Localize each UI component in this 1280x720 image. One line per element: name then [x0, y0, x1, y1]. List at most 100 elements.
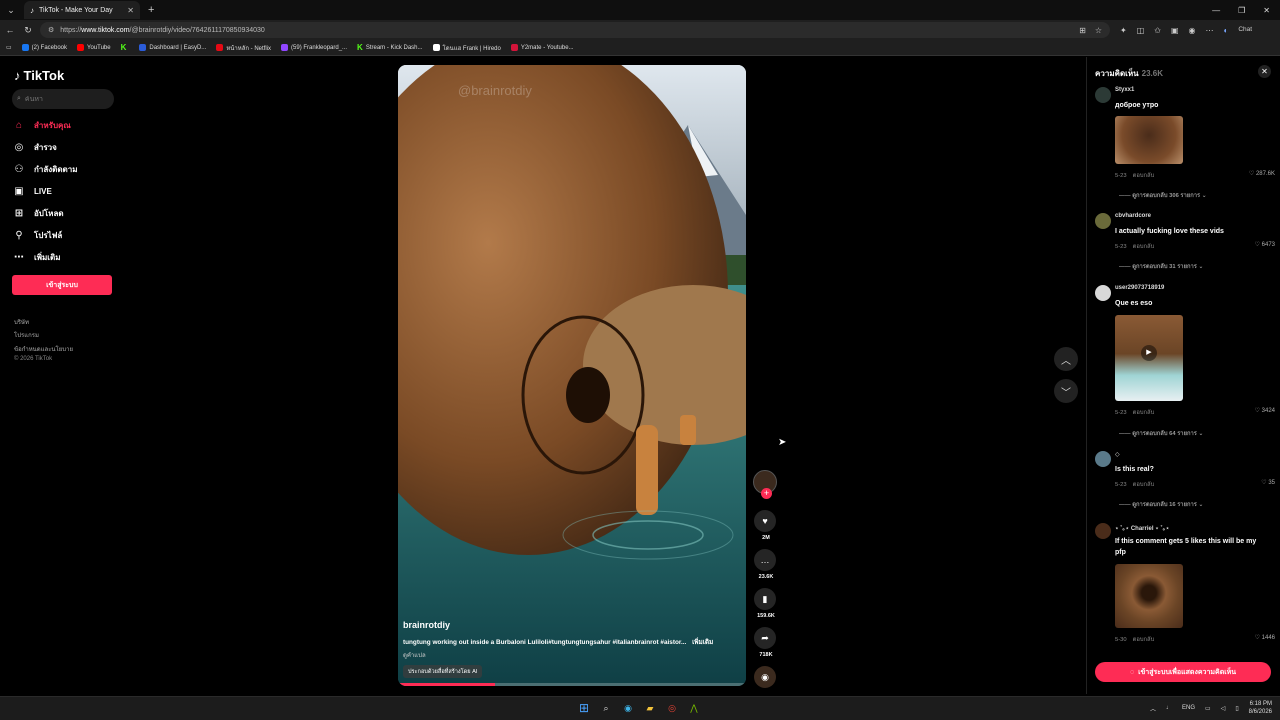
login-button[interactable]: เข้าสู่ระบบ — [12, 275, 112, 295]
browser-tab-active[interactable]: ♪ TikTok - Make Your Day ✕ — [24, 1, 140, 19]
nvidia-app-icon[interactable]: ⋀ — [687, 701, 701, 715]
file-explorer-icon[interactable]: ▰ — [643, 701, 657, 715]
chrome-icon[interactable]: ◎ — [665, 701, 679, 715]
bookmark-item[interactable]: K — [121, 43, 130, 52]
reply-link[interactable]: ตอบกลับ — [1133, 244, 1155, 250]
show-hidden-icons[interactable]: ︿ — [1150, 704, 1156, 713]
nav-explore[interactable]: ◎ สำรวจ — [13, 141, 57, 154]
music-disc[interactable]: ◉ — [754, 666, 778, 688]
share-arrow-icon[interactable]: ➦ — [754, 627, 776, 649]
language-indicator[interactable]: ENG — [1182, 705, 1195, 711]
comment-image[interactable] — [1115, 116, 1183, 164]
nav-for-you[interactable]: ⌂ สำหรับคุณ — [13, 119, 71, 132]
comment-bubble-icon[interactable]: … — [754, 549, 776, 571]
close-window-icon[interactable]: ✕ — [1263, 6, 1270, 15]
maximize-icon[interactable]: ❐ — [1238, 6, 1245, 15]
battery-icon[interactable]: ▯ — [1235, 705, 1238, 712]
avatar[interactable] — [1095, 523, 1111, 539]
comment-like[interactable]: ♡ 287.6K — [1249, 170, 1275, 177]
heart-icon[interactable]: ♥ — [754, 510, 776, 532]
avatar[interactable] — [1095, 451, 1111, 467]
comment-like[interactable]: ♡ 6473 — [1255, 241, 1275, 248]
volume-icon[interactable]: ◁ — [1221, 705, 1226, 712]
microphone-icon[interactable]: ♩ — [1166, 705, 1172, 711]
like-action[interactable]: ♥ 2M — [754, 510, 778, 541]
split-screen-icon[interactable]: ◫ — [1137, 26, 1145, 35]
comment-image[interactable] — [1115, 564, 1183, 628]
comment-action[interactable]: … 23.6K — [754, 549, 778, 580]
reply-link[interactable]: ตอบกลับ — [1133, 637, 1155, 643]
avatar[interactable] — [1095, 213, 1111, 229]
bookmark-icon[interactable]: ▮ — [754, 588, 776, 610]
bookmark-item[interactable]: K Stream - Kick Dash... — [357, 43, 422, 52]
view-replies-link[interactable]: —— ดูการตอบกลับ 306 รายการ ⌄ — [1119, 190, 1207, 200]
bookmarks-folder-icon[interactable]: ▭ — [6, 44, 12, 51]
settings-menu-icon[interactable]: ⋯ — [1206, 26, 1214, 35]
share-action[interactable]: ➦ 718K — [754, 627, 778, 658]
bookmark-star-icon[interactable]: ☆ — [1095, 26, 1102, 35]
back-icon[interactable]: ← — [4, 25, 16, 35]
comment-username[interactable]: user29073718919 — [1115, 285, 1164, 291]
chat-label[interactable]: Chat — [1238, 26, 1252, 35]
video-author[interactable]: brainrotdiy — [403, 620, 450, 630]
bookmark-item[interactable]: (2) Facebook — [21, 44, 67, 51]
follow-plus-icon[interactable]: + — [761, 488, 772, 499]
music-disc-icon[interactable]: ◉ — [754, 666, 776, 688]
install-app-icon[interactable]: ⊞ — [1079, 26, 1086, 35]
bookmark-item[interactable]: หน้าหลัก - Netflix — [216, 43, 271, 53]
reply-link[interactable]: ตอบกลับ — [1133, 173, 1155, 179]
bookmark-item[interactable]: Dashboard | EasyD... — [139, 44, 206, 51]
next-video-button[interactable]: ﹀ — [1054, 379, 1078, 403]
comment-like[interactable]: ♡ 1446 — [1255, 634, 1275, 641]
nav-more[interactable]: ⋯ เพิ่มเติม — [13, 251, 60, 264]
favorites-icon[interactable]: ✩ — [1154, 26, 1161, 35]
nav-upload[interactable]: ⊞ อัปโหลด — [13, 207, 64, 220]
edge-browser-icon[interactable]: ◉ — [621, 701, 635, 715]
search-input[interactable] — [24, 95, 95, 103]
tiktok-logo[interactable]: ♪ TikTok — [14, 68, 64, 83]
network-icon[interactable]: ▭ — [1205, 705, 1211, 712]
nav-live[interactable]: ▣ LIVE — [13, 185, 52, 197]
previous-video-button[interactable]: ︿ — [1054, 347, 1078, 371]
collections-icon[interactable]: ▣ — [1171, 26, 1179, 35]
comment-video-thumbnail[interactable]: ▶ — [1115, 315, 1183, 401]
reply-link[interactable]: ตอบกลับ — [1133, 410, 1155, 416]
reply-link[interactable]: ตอบกลับ — [1133, 482, 1155, 488]
comment-username[interactable]: ◇ — [1115, 451, 1120, 458]
comment-username[interactable]: ⋆ ˚｡⋆ Charriel ⋆ ˚｡⋆ — [1115, 523, 1169, 532]
address-bar[interactable]: ⚙ https://www.tiktok.com/@brainrotdiy/vi… — [40, 22, 1110, 38]
login-to-comment-button[interactable]: ◌ เข้าสู่ระบบเพื่อแสดงความคิดเห็น — [1095, 662, 1271, 682]
comment-username[interactable]: Styxx1 — [1115, 87, 1134, 93]
extension-icon[interactable]: ✦ — [1120, 26, 1127, 35]
search-icon[interactable]: ⌕ — [599, 701, 613, 715]
bookmark-item[interactable]: YouTube — [77, 44, 111, 51]
copilot-icon[interactable]: ◐ — [1224, 26, 1229, 35]
video-player[interactable]: @brainrotdiy brainrotdiy tungtung workin… — [398, 65, 746, 686]
site-info-icon[interactable]: ⚙ — [48, 26, 54, 34]
bookmark-item[interactable]: (59) Frankleopard_... — [281, 44, 347, 51]
view-replies-link[interactable]: —— ดูการตอบกลับ 64 รายการ ⌄ — [1119, 428, 1203, 438]
comment-like[interactable]: ♡ 35 — [1261, 479, 1275, 486]
footer-company-link[interactable]: บริษัท — [14, 317, 29, 327]
windows-start-icon[interactable]: ⊞ — [577, 701, 591, 715]
new-tab-icon[interactable]: + — [148, 4, 154, 16]
bookmark-item[interactable]: โดนแฮ Frank | Hiredo — [432, 43, 501, 53]
creator-avatar[interactable]: + — [753, 470, 777, 499]
close-comments-icon[interactable]: ✕ — [1258, 65, 1271, 78]
video-progress-bar[interactable] — [398, 683, 746, 686]
tab-list-icon[interactable]: ⌄ — [2, 1, 20, 19]
nav-following[interactable]: ⚇ กำลังติดตาม — [13, 163, 78, 176]
save-action[interactable]: ▮ 159.6K — [754, 588, 778, 619]
avatar[interactable] — [1095, 87, 1111, 103]
search-box[interactable]: ⌕ — [12, 89, 114, 109]
footer-program-link[interactable]: โปรแกรม — [14, 330, 39, 340]
clock[interactable]: 6:18 PM 8/6/2026 — [1249, 700, 1272, 716]
avatar[interactable] — [1095, 285, 1111, 301]
comment-username[interactable]: cbvhardcore — [1115, 213, 1151, 219]
see-more-link[interactable]: เพิ่มเติม — [692, 639, 713, 646]
minimize-icon[interactable]: — — [1212, 6, 1220, 15]
reload-icon[interactable]: ↻ — [22, 25, 34, 36]
nav-profile[interactable]: ⚲ โปรไฟล์ — [13, 229, 62, 242]
see-translation-link[interactable]: ดูคำแปล — [403, 650, 426, 660]
comment-like[interactable]: ♡ 3424 — [1255, 407, 1275, 414]
